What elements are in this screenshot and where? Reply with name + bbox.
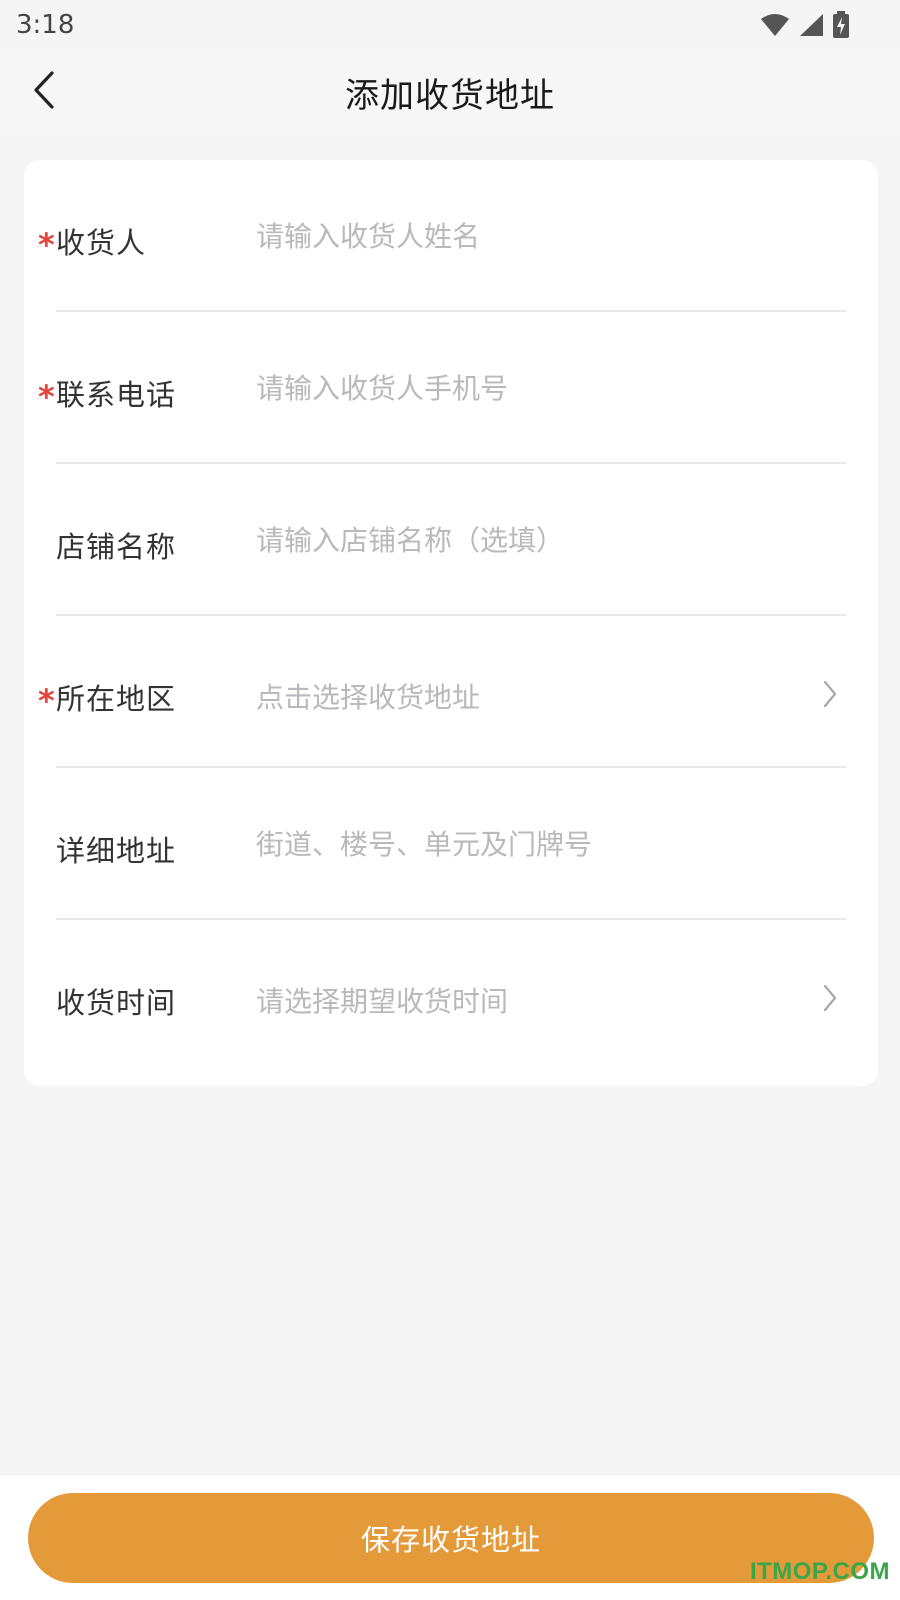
form-row-delivery-time[interactable]: 收货时间 请选择期望收货时间 [56,920,846,1072]
form-row-store-name: 店铺名称 [56,464,846,616]
store-name-label: 店铺名称 [56,530,177,564]
watermark: ITMOP.COM [749,1558,890,1585]
status-bar: 3:18 [0,0,900,50]
signal-icon [798,13,824,37]
phone-input[interactable] [256,366,796,410]
form-row-phone: * 联系电话 [38,312,846,464]
battery-charging-icon [832,11,850,39]
store-name-input[interactable] [256,518,796,562]
status-time: 3:18 [16,10,75,40]
form-row-consignee: * 收货人 [38,160,846,312]
screen: 3:18 添加收货地址 * 收货人 请输入收货人姓名 * 联系电话 请输入收货人… [0,0,900,1600]
nav-bar: 添加收货地址 [0,50,900,134]
required-mark: * [38,226,55,264]
required-mark: * [38,682,55,720]
form-row-region[interactable]: * 所在地区 点击选择收货地址 [38,616,846,768]
form-row-detail-address: 详细地址 [56,768,846,920]
status-icons [760,11,850,39]
chevron-right-icon [818,982,842,1014]
consignee-label: 收货人 [56,226,147,260]
chevron-right-icon [818,678,842,710]
address-form-card: * 收货人 * 联系电话 店铺名称 * 所在地区 点击选择收货地址 详细地址 收 [24,160,878,1086]
region-select[interactable]: 点击选择收货地址 [256,676,480,716]
phone-label: 联系电话 [56,378,177,412]
delivery-time-label: 收货时间 [56,986,177,1020]
region-label: 所在地区 [56,682,177,716]
delivery-time-select[interactable]: 请选择期望收货时间 [256,980,508,1020]
detail-address-label: 详细地址 [56,834,177,868]
detail-address-input[interactable] [256,822,796,866]
consignee-name-input[interactable] [256,214,796,258]
page-title: 添加收货地址 [345,76,555,116]
save-address-button[interactable]: 保存收货地址 [28,1493,874,1583]
wifi-icon [760,13,790,37]
required-mark: * [38,378,55,416]
